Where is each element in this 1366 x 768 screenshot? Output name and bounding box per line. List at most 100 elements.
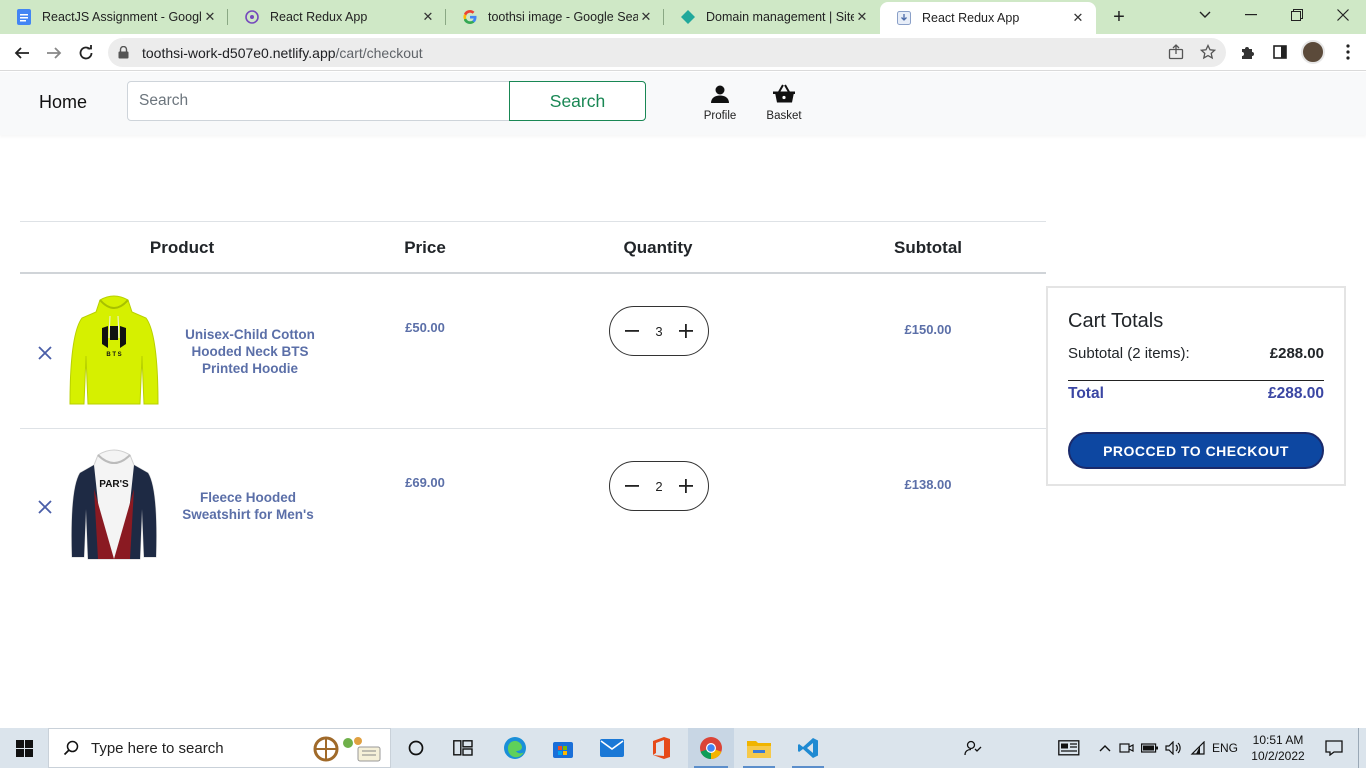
google-icon	[462, 9, 478, 25]
profile-avatar[interactable]	[1301, 40, 1325, 64]
start-button[interactable]	[0, 728, 48, 768]
more-vertical-icon	[1346, 44, 1350, 60]
wifi-icon[interactable]	[1186, 741, 1210, 755]
bookmark-button[interactable]	[1196, 40, 1220, 64]
share-button[interactable]	[1164, 40, 1188, 64]
chrome-menu-button[interactable]	[1336, 40, 1360, 64]
taskbar-clock[interactable]: 10:51 AM 10/2/2022	[1245, 732, 1311, 764]
meet-now-icon[interactable]	[1114, 741, 1138, 755]
redux-icon	[244, 9, 260, 25]
chevron-down-icon	[1199, 11, 1211, 18]
minimize-button[interactable]	[1228, 0, 1274, 30]
taskbar-mail[interactable]	[590, 728, 634, 768]
tab-search-button[interactable]	[1182, 0, 1228, 30]
taskbar-search-box[interactable]: Type here to search	[48, 728, 391, 768]
edge-icon	[504, 737, 526, 759]
side-panel-icon	[1273, 45, 1287, 59]
tab-google-search[interactable]: toothsi image - Google Search ✕	[446, 0, 664, 34]
close-icon	[1337, 9, 1349, 21]
product-image-bts-hoodie[interactable]: B T S	[64, 294, 164, 406]
remove-item-button[interactable]	[36, 344, 54, 362]
cortana-button[interactable]	[396, 728, 436, 768]
total-value: £288.00	[1267, 385, 1324, 402]
close-tab-icon[interactable]: ✕	[854, 9, 870, 25]
cart-row: PAR'S Fleece Hooded Sweatshirt for Men's…	[20, 429, 1046, 584]
back-button[interactable]	[9, 40, 35, 66]
product-name-link[interactable]: Unisex-Child Cotton Hooded Neck BTS Prin…	[170, 326, 330, 377]
cart-totals-title: Cart Totals	[1068, 310, 1164, 332]
taskbar-edge[interactable]	[493, 728, 537, 768]
increase-quantity-button[interactable]	[678, 323, 694, 339]
browser-toolbar: toothsi-work-d507e0.netlify.app/cart/che…	[0, 34, 1366, 71]
search-input[interactable]	[127, 81, 510, 121]
reload-button[interactable]	[73, 40, 99, 66]
forward-button[interactable]	[41, 40, 67, 66]
restore-icon	[1291, 9, 1303, 21]
profile-link[interactable]: Profile	[690, 82, 750, 122]
chevron-up-icon[interactable]	[1096, 744, 1114, 752]
news-widget-button[interactable]	[1052, 728, 1086, 768]
header-product: Product	[149, 238, 215, 257]
address-bar[interactable]: toothsi-work-d507e0.netlify.app/cart/che…	[108, 38, 1226, 67]
search-icon	[63, 740, 79, 756]
app-navbar: Home Search Profile Basket	[0, 72, 1366, 135]
quantity-value: 2	[655, 478, 663, 494]
taskbar-search-placeholder: Type here to search	[91, 739, 224, 757]
taskbar-store[interactable]	[541, 728, 585, 768]
battery-icon[interactable]	[1138, 742, 1162, 754]
subtotal-row: Subtotal (2 items): £288.00	[1068, 345, 1324, 362]
task-view-button[interactable]	[443, 728, 483, 768]
windows-taskbar: Type here to search ENG 10:51 AM 10/2/20…	[0, 728, 1366, 768]
tab-netlify-domain[interactable]: Domain management | Site settings ✕	[664, 0, 880, 34]
show-desktop-button[interactable]	[1358, 728, 1366, 768]
svg-text:PAR'S: PAR'S	[99, 479, 129, 490]
close-tab-icon[interactable]: ✕	[420, 9, 436, 25]
close-tab-icon[interactable]: ✕	[638, 9, 654, 25]
header-quantity: Quantity	[623, 238, 693, 257]
tab-react-redux-app-active[interactable]: React Redux App ✕	[880, 2, 1096, 34]
notifications-button[interactable]	[1318, 728, 1350, 768]
tab-title: ReactJS Assignment - Google Docs	[42, 10, 202, 24]
decrease-quantity-button[interactable]	[624, 478, 640, 494]
item-subtotal: £150.00	[904, 322, 952, 337]
close-tab-icon[interactable]: ✕	[202, 9, 218, 25]
basket-link[interactable]: Basket	[754, 82, 814, 122]
language-indicator[interactable]: ENG	[1210, 741, 1240, 755]
proceed-to-checkout-button[interactable]: PROCCED TO CHECKOUT	[1068, 432, 1324, 469]
taskbar-chrome[interactable]	[688, 728, 734, 768]
close-window-button[interactable]	[1320, 0, 1366, 30]
person-icon	[690, 82, 750, 106]
clock-time: 10:51 AM	[1252, 733, 1304, 747]
side-panel-button[interactable]	[1268, 40, 1292, 64]
tab-google-docs[interactable]: ReactJS Assignment - Google Docs ✕	[0, 0, 228, 34]
close-tab-icon[interactable]: ✕	[1070, 10, 1086, 26]
tab-react-redux-app-1[interactable]: React Redux App ✕	[228, 0, 446, 34]
extensions-button[interactable]	[1236, 40, 1260, 64]
notification-icon	[1325, 740, 1343, 756]
quantity-value: 3	[655, 323, 663, 339]
taskbar-vscode[interactable]	[786, 728, 830, 768]
share-icon	[1168, 44, 1184, 60]
subtotal-label: Subtotal (2 items):	[1068, 345, 1190, 362]
people-button[interactable]	[955, 728, 991, 768]
taskbar-office[interactable]	[639, 728, 683, 768]
people-icon	[964, 740, 982, 756]
new-tab-button[interactable]: +	[1108, 6, 1130, 28]
arrow-right-icon	[47, 47, 62, 59]
restore-button[interactable]	[1274, 0, 1320, 30]
product-image-paris-sweatshirt[interactable]: PAR'S	[64, 449, 164, 561]
product-name-link[interactable]: Fleece Hooded Sweatshirt for Men's	[168, 489, 328, 523]
download-icon	[896, 10, 912, 26]
home-link[interactable]: Home	[39, 92, 87, 113]
search-button[interactable]: Search	[509, 81, 646, 121]
decrease-quantity-button[interactable]	[624, 323, 640, 339]
tab-title: React Redux App	[270, 10, 368, 24]
taskbar-file-explorer[interactable]	[737, 728, 781, 768]
tab-title: Domain management | Site settings	[706, 10, 854, 24]
google-docs-icon	[16, 9, 32, 25]
remove-item-button[interactable]	[36, 498, 54, 516]
quantity-stepper: 2	[609, 461, 709, 511]
item-subtotal: £138.00	[904, 477, 952, 492]
volume-icon[interactable]	[1162, 741, 1186, 755]
increase-quantity-button[interactable]	[678, 478, 694, 494]
